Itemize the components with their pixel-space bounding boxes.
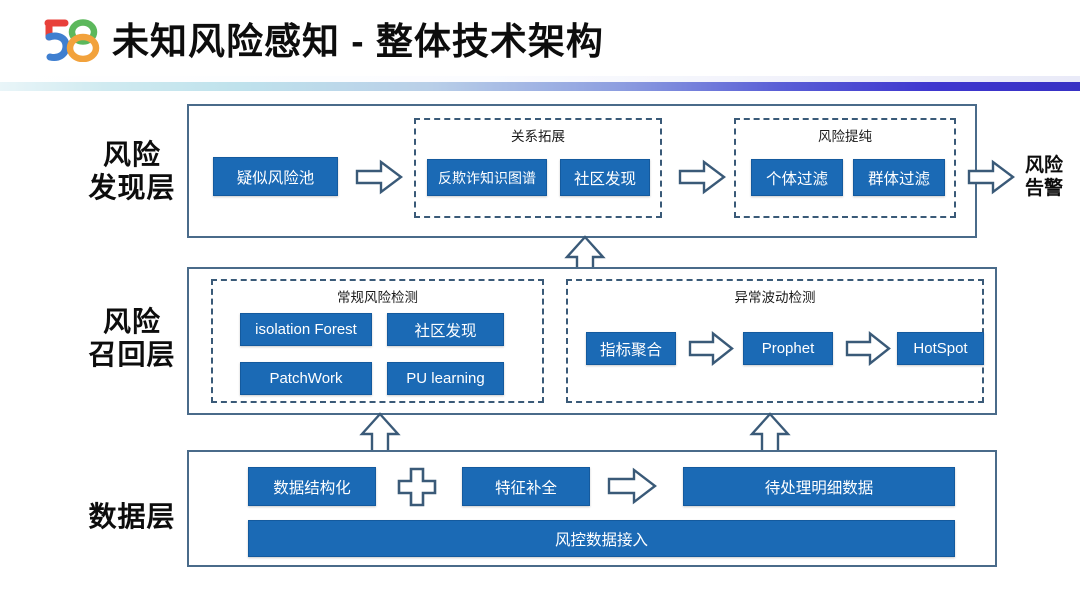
node-data-structuring[interactable]: 数据结构化 [248, 467, 376, 506]
node-risk-control-data-ingest[interactable]: 风控数据接入 [248, 520, 955, 557]
node-hotspot[interactable]: HotSpot [897, 332, 984, 365]
group-title-relation-expansion: 关系拓展 [511, 129, 565, 144]
arrow-up-data-to-anomaly-icon [748, 412, 792, 454]
layer-label-line1-recall: 风险 [102, 306, 161, 337]
page-title: 未知风险感知 - 整体技术架构 [112, 21, 604, 62]
layer-label-line1: 风险 [102, 139, 161, 170]
layer-label-risk-recall: 风险 召回层 [72, 305, 192, 371]
header-divider-gradient [0, 82, 1080, 91]
arrow-right-metric-to-prophet-icon [688, 331, 734, 366]
node-patchwork[interactable]: PatchWork [240, 362, 372, 395]
arrow-right-prophet-to-hotspot-icon [845, 331, 891, 366]
node-pending-detail-data[interactable]: 待处理明细数据 [683, 467, 955, 506]
arrow-up-data-to-routine-icon [358, 412, 402, 454]
arrow-right-relation-to-purification-icon [678, 159, 726, 195]
slide-header: 未知风险感知 - 整体技术架构 [0, 0, 1080, 76]
group-title-routine-risk-detection: 常规风险检测 [337, 290, 418, 305]
node-individual-filter[interactable]: 个体过滤 [751, 159, 843, 196]
node-isolation-forest[interactable]: isolation Forest [240, 313, 372, 346]
node-group-filter[interactable]: 群体过滤 [853, 159, 945, 196]
node-community-detection-recall[interactable]: 社区发现 [387, 313, 504, 346]
layer-label-data: 数据层 [62, 500, 202, 533]
node-anti-fraud-knowledge-graph[interactable]: 反欺诈知识图谱 [427, 159, 547, 196]
arrow-right-pool-to-relation-icon [355, 159, 403, 195]
group-title-anomaly-fluctuation-detection: 异常波动检测 [734, 290, 816, 305]
arrow-right-purification-to-alert-icon [967, 159, 1015, 195]
group-title-risk-purification: 风险提纯 [818, 129, 872, 144]
layer-label-line2: 发现层 [88, 172, 176, 204]
layer-label-risk-discovery: 风险 发现层 [72, 138, 192, 204]
output-risk-alert-line1: 风险 [1024, 155, 1063, 176]
node-metric-aggregation[interactable]: 指标聚合 [586, 332, 676, 365]
slide-canvas: 未知风险感知 - 整体技术架构 风险 发现层 疑似风险池 关系拓展 反欺诈知识图… [0, 0, 1080, 607]
node-prophet[interactable]: Prophet [743, 332, 833, 365]
plus-structuring-feature-icon [396, 466, 438, 508]
node-feature-completion[interactable]: 特征补全 [462, 467, 590, 506]
output-risk-alert: 风险 告警 [1012, 155, 1076, 201]
layer-label-line2-recall: 召回层 [88, 339, 176, 371]
node-suspected-risk-pool[interactable]: 疑似风险池 [213, 157, 338, 196]
layer-label-line1-data: 数据层 [88, 501, 176, 532]
node-pu-learning[interactable]: PU learning [387, 362, 504, 395]
58-logo-icon [38, 14, 102, 63]
output-risk-alert-line2: 告警 [1024, 177, 1063, 199]
arrow-right-feature-to-pending-icon [607, 467, 657, 505]
node-community-detection[interactable]: 社区发现 [560, 159, 650, 196]
